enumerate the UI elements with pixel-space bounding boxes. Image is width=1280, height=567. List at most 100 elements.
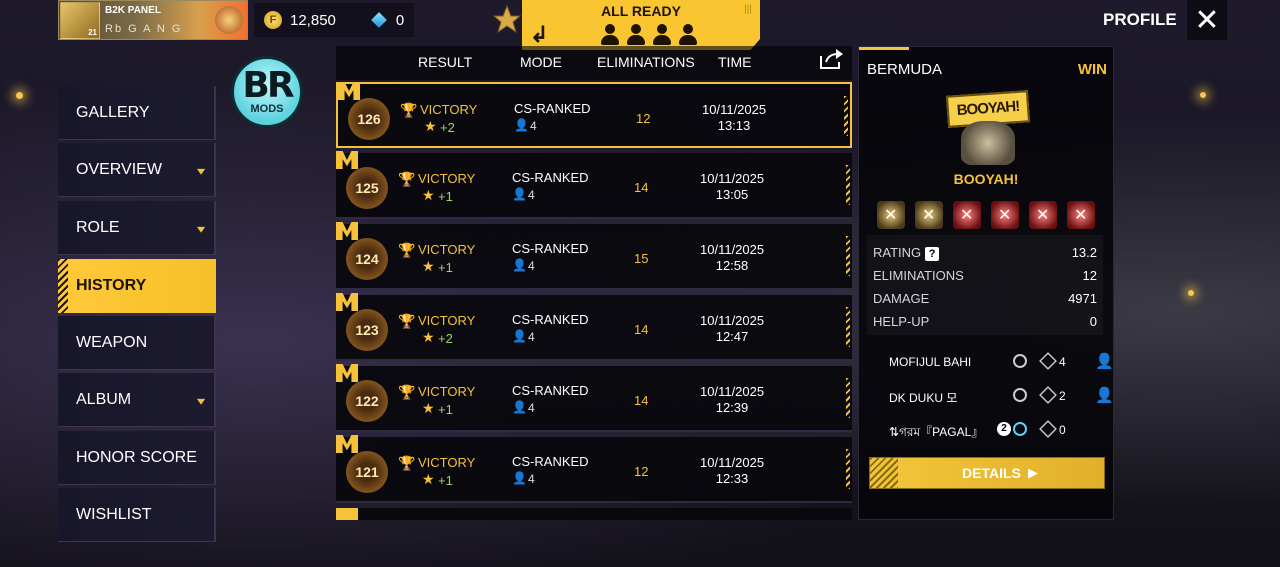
- stats-box: RATING? 13.2 ELIMINATIONS 12 DAMAGE 4971…: [867, 235, 1103, 335]
- mode: CS-RANKED: [512, 383, 589, 398]
- achievement-icon[interactable]: [953, 201, 981, 229]
- rank-stars: +2: [438, 331, 453, 346]
- background-light: [1188, 290, 1194, 296]
- page-title: PROFILE: [1103, 10, 1177, 29]
- all-ready-banner[interactable]: ALL READY ↲ |||: [522, 0, 760, 50]
- match-date: 10/11/2025: [700, 455, 765, 470]
- star-icon: ★: [422, 329, 435, 345]
- menu-item-gallery[interactable]: GALLERY: [58, 86, 216, 140]
- menu-label: OVERVIEW: [76, 161, 162, 178]
- column-header-mode: MODE: [520, 54, 562, 70]
- achievement-icon[interactable]: [915, 201, 943, 229]
- match-number: 126: [348, 98, 390, 140]
- teammate-name: DK DUKU 모: [889, 391, 958, 405]
- menu-item-weapon[interactable]: WEAPON: [58, 316, 216, 370]
- players-count: 4: [530, 119, 537, 133]
- mode: CS-RANKED: [512, 454, 589, 469]
- mvp-badge-icon: [338, 82, 360, 100]
- result: VICTORY: [418, 171, 476, 186]
- players-count: 4: [528, 330, 535, 344]
- stat-rating: RATING? 13.2: [873, 245, 1097, 261]
- currency-bar: F 12,850 0: [254, 3, 415, 37]
- players-icon: 👤: [512, 400, 527, 414]
- teammate-name: ⇅গরম『PAGAL』: [889, 425, 984, 439]
- booyah-label: BOOYAH!: [953, 171, 1019, 187]
- row-stripe: [846, 165, 850, 205]
- kills-icon: [1039, 420, 1057, 438]
- table-row[interactable]: 123 🏆 VICTORY ★ +2 CS-RANKED 👤 4 14 10/1…: [336, 293, 852, 361]
- menu-item-overview[interactable]: OVERVIEW ▼: [58, 143, 216, 197]
- column-header-eliminations: ELIMINATIONS: [597, 54, 695, 70]
- table-row[interactable]: [336, 508, 852, 520]
- table-row[interactable]: 126 🏆 VICTORY ★ +2 CS-RANKED 👤 4 12 10/1…: [336, 82, 852, 148]
- teammate-row[interactable]: MOFIJUL BAHI 4 👤: [867, 349, 1114, 375]
- match-date: 10/11/2025: [702, 102, 767, 117]
- details-button[interactable]: DETAILS ▶: [869, 457, 1105, 489]
- stat-key: DAMAGE: [873, 291, 930, 306]
- player-card[interactable]: 21 B2K PANEL Rb G A N G: [58, 0, 248, 40]
- star-icon: ★: [422, 258, 435, 274]
- eliminations: 14: [634, 180, 649, 195]
- details-label: DETAILS: [962, 465, 1021, 481]
- mode: CS-RANKED: [512, 312, 589, 327]
- add-friend-icon[interactable]: 👤: [1095, 352, 1114, 370]
- mvp-badge-icon: [336, 508, 358, 520]
- achievement-icon[interactable]: [877, 201, 905, 229]
- eliminations: 14: [634, 393, 649, 408]
- column-header-time: TIME: [718, 54, 752, 70]
- star-icon: ★: [424, 118, 437, 134]
- trophy-icon: 🏆: [398, 171, 416, 187]
- kills-icon: [1039, 352, 1057, 370]
- return-icon[interactable]: ↲: [530, 22, 548, 48]
- teammate-kills: 4: [1059, 355, 1066, 369]
- eliminations: 12: [636, 111, 651, 126]
- menu-label: WEAPON: [76, 334, 148, 351]
- mode: CS-RANKED: [512, 170, 589, 185]
- result: VICTORY: [418, 313, 476, 328]
- table-header: RESULT MODE ELIMINATIONS TIME: [336, 46, 852, 80]
- map-name: BERMUDA: [867, 61, 943, 78]
- level: 21: [88, 28, 97, 37]
- stat-value: 0: [1089, 314, 1097, 329]
- eliminations: 14: [634, 322, 649, 337]
- trophy-icon: 🏆: [398, 384, 416, 400]
- menu-item-role[interactable]: ROLE ▼: [58, 201, 216, 255]
- menu-item-history[interactable]: HISTORY: [58, 259, 216, 313]
- menu-item-wishlist[interactable]: WISHLIST: [58, 488, 216, 542]
- teammate-row[interactable]: ⇅গরম『PAGAL』 2 0: [867, 417, 1107, 443]
- achievement-icon[interactable]: [1029, 201, 1057, 229]
- menu-item-album[interactable]: ALBUM ▼: [58, 373, 216, 427]
- row-stripe: [846, 307, 850, 347]
- add-friend-icon[interactable]: 👤: [1095, 386, 1114, 404]
- menu-item-honor-score[interactable]: HONOR SCORE: [58, 431, 216, 485]
- teammate-row[interactable]: DK DUKU 모 2 👤: [867, 383, 1114, 409]
- stat-value: 13.2: [1071, 245, 1097, 260]
- mode: CS-RANKED: [512, 241, 589, 256]
- help-icon[interactable]: ?: [925, 247, 940, 261]
- grip-icon: |||: [744, 4, 752, 15]
- table-row[interactable]: 124 🏆 VICTORY ★ +1 CS-RANKED 👤 4 15 10/1…: [336, 222, 852, 290]
- eliminations: 12: [634, 464, 649, 479]
- achievement-icon[interactable]: [991, 201, 1019, 229]
- achievement-icon[interactable]: [1067, 201, 1095, 229]
- player-guild: Rb G A N G: [105, 23, 183, 35]
- mvp-badge-icon: [336, 364, 358, 382]
- table-row[interactable]: 121 🏆 VICTORY ★ +1 CS-RANKED 👤 4 12 10/1…: [336, 435, 852, 503]
- match-date: 10/11/2025: [700, 242, 765, 257]
- stat-value: 4971: [1068, 291, 1097, 306]
- match-date: 10/11/2025: [700, 313, 765, 328]
- kills-icon: [1039, 386, 1057, 404]
- match-number: 125: [346, 167, 388, 209]
- table-row[interactable]: 122 🏆 VICTORY ★ +1 CS-RANKED 👤 4 14 10/1…: [336, 364, 852, 432]
- close-button[interactable]: ✕: [1187, 0, 1227, 40]
- share-icon[interactable]: [818, 48, 844, 70]
- avatar: 21: [60, 2, 100, 39]
- rank-stars: +1: [438, 260, 453, 275]
- table-row[interactable]: 125 🏆 VICTORY ★ +1 CS-RANKED 👤 4 14 10/1…: [336, 151, 852, 219]
- diamond-count: 0: [395, 11, 405, 29]
- rank-stars: +1: [438, 402, 453, 417]
- chevron-down-icon: ▼: [194, 395, 208, 407]
- rank-stars: +1: [438, 189, 453, 204]
- teammate-kills: 2: [1059, 389, 1066, 403]
- players-icon: 👤: [512, 187, 527, 201]
